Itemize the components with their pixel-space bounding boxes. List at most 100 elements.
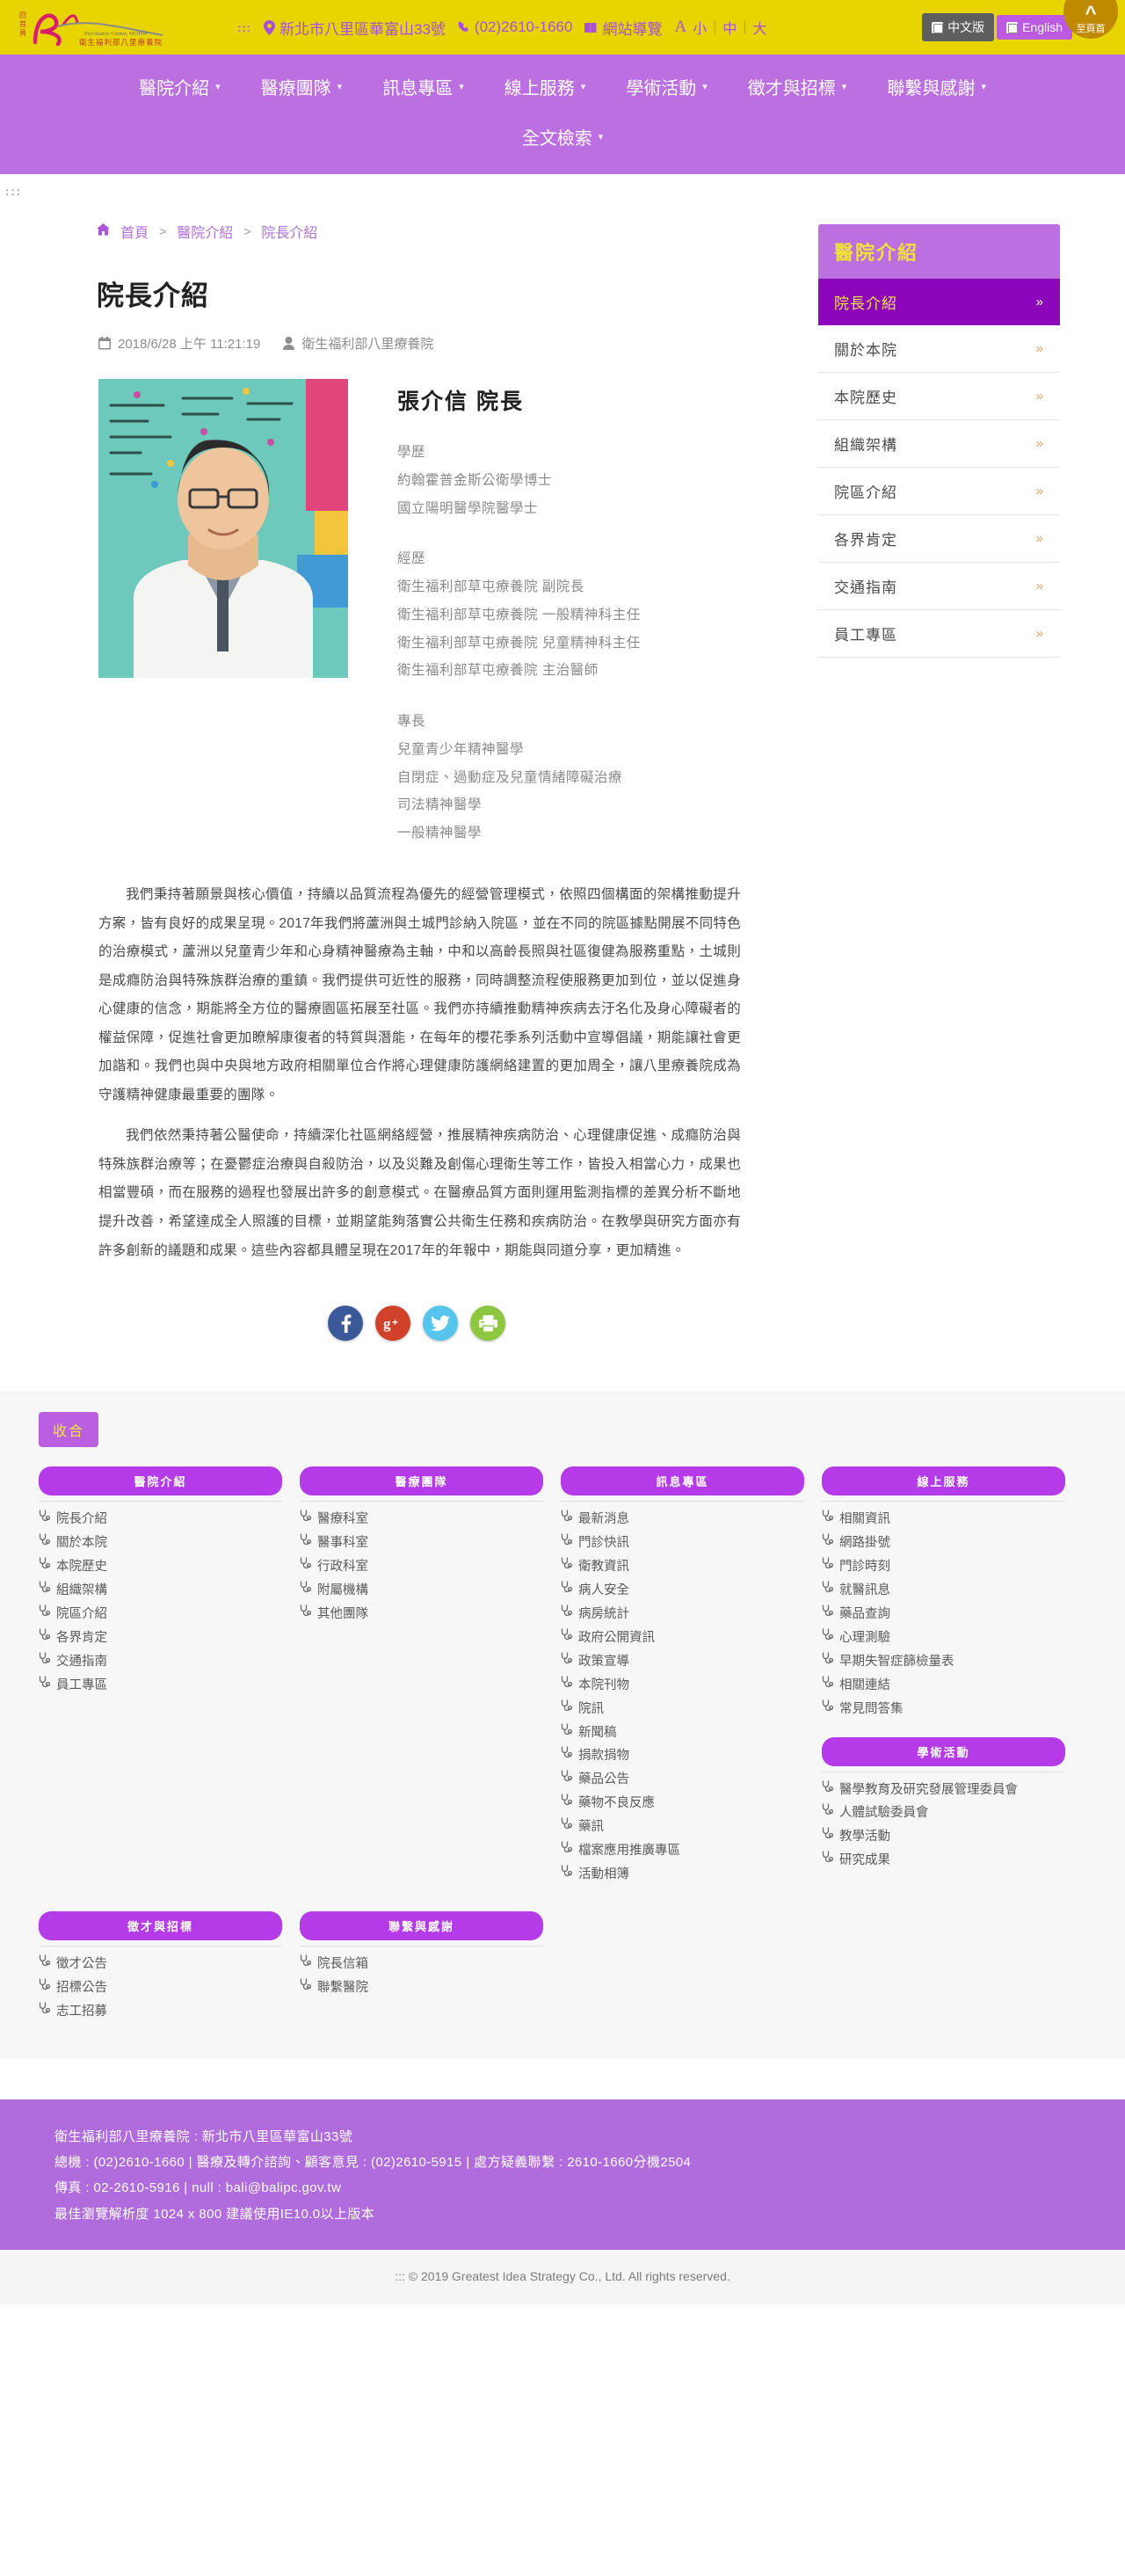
stethoscope-icon xyxy=(822,1580,834,1598)
font-size-large[interactable]: 大 xyxy=(753,17,767,38)
sitemap-link[interactable]: 院訊 xyxy=(561,1698,804,1721)
lang-english-button[interactable]: English xyxy=(997,15,1072,40)
collapse-button[interactable]: 收合 xyxy=(39,1412,99,1448)
sitemap-link[interactable]: 相關連結 xyxy=(822,1674,1065,1698)
page-body: ::: 首頁 > 醫院介紹 > 院長介紹 院長介紹 2018/6/28 上午 1… xyxy=(0,174,1125,1342)
side-menu-item-director-intro[interactable]: 院長介紹 » xyxy=(818,279,1060,325)
sitemap-column-title[interactable]: 線上服務 xyxy=(822,1466,1065,1496)
sitemap-link[interactable]: 就醫訊息 xyxy=(822,1579,1065,1603)
sitemap-link[interactable]: 志工招募 xyxy=(39,2000,282,2024)
sitemap-column-title[interactable]: 醫院介紹 xyxy=(39,1466,282,1496)
sitemap-link[interactable]: 心理測驗 xyxy=(822,1626,1065,1650)
sitemap-link[interactable]: 藥物不良反應 xyxy=(561,1792,804,1816)
sitemap-link[interactable]: 院區介紹 xyxy=(39,1603,282,1626)
sitemap-column-title-academic[interactable]: 學術活動 xyxy=(822,1736,1065,1766)
sitemap-link[interactable]: 教學活動 xyxy=(822,1825,1065,1849)
print-icon[interactable] xyxy=(470,1306,505,1342)
sitemap-link[interactable]: 病人安全 xyxy=(561,1579,804,1603)
sitemap-link[interactable]: 徵才公告 xyxy=(39,1953,282,1976)
side-menu-item-label: 院區介紹 xyxy=(834,484,897,501)
sitemap-link[interactable]: 醫療科室 xyxy=(300,1508,543,1532)
sitemap-link[interactable]: 組織架構 xyxy=(39,1579,282,1603)
sitemap-column-hospital-intro: 醫院介紹 院長介紹 關於本院 本院歷史 組織架構 院區介紹 各界肯定 交通指南 員工專區 xyxy=(39,1466,282,1887)
sitemap-link[interactable]: 藥品公告 xyxy=(561,1768,804,1792)
nav-label: 全文檢索 xyxy=(521,129,592,149)
sitemap-link[interactable]: 門診時刻 xyxy=(822,1555,1065,1579)
nav-item-recruitment[interactable]: 徵才與招標 ▾ xyxy=(743,67,853,106)
sitemap-link[interactable]: 活動相簿 xyxy=(561,1863,804,1887)
lang-chinese-button[interactable]: 中文版 xyxy=(922,13,995,41)
sitemap-link[interactable]: 醫事科室 xyxy=(300,1532,543,1555)
sitemap-link[interactable]: 網站導覽 xyxy=(584,17,662,39)
sitemap-link[interactable]: 關於本院 xyxy=(39,1532,282,1555)
nav-item-online-services[interactable]: 線上服務 ▾ xyxy=(499,67,592,106)
twitter-share-icon[interactable] xyxy=(423,1306,458,1342)
sitemap-link[interactable]: 其他團隊 xyxy=(300,1603,543,1626)
sitemap-link-label: 聯繫醫院 xyxy=(317,1981,368,1995)
font-size-small[interactable]: 小 xyxy=(693,17,707,38)
stethoscope-icon xyxy=(561,1745,573,1764)
side-menu-item-campus[interactable]: 院區介紹 » xyxy=(818,468,1060,515)
stethoscope-icon xyxy=(39,1509,51,1527)
sitemap-link[interactable]: 捐款捐物 xyxy=(561,1744,804,1768)
credential-line: 兒童青少年精神醫學 xyxy=(397,741,525,757)
facebook-share-icon[interactable] xyxy=(328,1306,363,1342)
sitemap-column-title[interactable]: 徵才與招標 xyxy=(39,1911,282,1941)
sitemap-link[interactable]: 藥訊 xyxy=(561,1816,804,1839)
side-menu-item-organization[interactable]: 組織架構 » xyxy=(818,420,1060,468)
sitemap-link[interactable]: 院長介紹 xyxy=(39,1508,282,1532)
sitemap-link[interactable]: 門診快訊 xyxy=(561,1532,804,1555)
nav-item-academic[interactable]: 學術活動 ▾ xyxy=(621,67,713,106)
sitemap-link-label: 志工招募 xyxy=(56,2004,107,2019)
side-menu-item-recognition[interactable]: 各界肯定 » xyxy=(818,515,1060,563)
sitemap-link[interactable]: 研究成果 xyxy=(822,1849,1065,1873)
side-menu-item-about[interactable]: 關於本院 » xyxy=(818,325,1060,373)
credential-line: 衛生福利部草屯療養院 副院長 xyxy=(397,579,584,595)
sitemap-link[interactable]: 本院歷史 xyxy=(39,1555,282,1579)
sitemap-link-label: 其他團隊 xyxy=(317,1606,368,1621)
sitemap-link[interactable]: 衛教資訊 xyxy=(561,1555,804,1579)
sitemap-link[interactable]: 藥品查詢 xyxy=(822,1603,1065,1626)
font-size-medium[interactable]: 中 xyxy=(722,17,737,38)
nav-item-hospital-intro[interactable]: 醫院介紹 ▾ xyxy=(134,67,226,106)
sitemap-link[interactable]: 常見問答集 xyxy=(822,1698,1065,1721)
home-icon xyxy=(97,222,110,240)
sitemap-link[interactable]: 聯繫醫院 xyxy=(300,1976,543,2000)
breadcrumb-level-1[interactable]: 醫院介紹 xyxy=(177,221,233,242)
site-logo[interactable]: 回 首 頁 Psychiatric Center, MOHW 衛生福利部八里療養… xyxy=(0,0,237,55)
sitemap-link[interactable]: 新聞稿 xyxy=(561,1721,804,1745)
sitemap-column-title[interactable]: 訊息專區 xyxy=(561,1466,804,1496)
sitemap-link[interactable]: 網路掛號 xyxy=(822,1532,1065,1555)
sitemap-link[interactable]: 院長信箱 xyxy=(300,1953,543,1976)
sitemap-link[interactable]: 早期失智症篩檢量表 xyxy=(822,1650,1065,1674)
sitemap-column-title[interactable]: 聯繫與感謝 xyxy=(300,1911,543,1941)
side-menu-item-history[interactable]: 本院歷史 » xyxy=(818,373,1060,420)
sitemap-link[interactable]: 醫學教育及研究發展管理委員會 xyxy=(822,1779,1065,1802)
sitemap-link-label: 醫療科室 xyxy=(317,1512,368,1527)
sitemap-link[interactable]: 本院刊物 xyxy=(561,1674,804,1698)
sitemap-link[interactable]: 相關資訊 xyxy=(822,1508,1065,1532)
sitemap-link[interactable]: 政策宣導 xyxy=(561,1650,804,1674)
sitemap-column-title[interactable]: 醫療團隊 xyxy=(300,1466,543,1496)
nav-item-medical-team[interactable]: 醫療團隊 ▾ xyxy=(256,67,348,106)
side-menu-item-transport[interactable]: 交通指南 » xyxy=(818,563,1060,610)
sitemap-link[interactable]: 檔案應用推廣專區 xyxy=(561,1839,804,1863)
sitemap-link[interactable]: 附屬機構 xyxy=(300,1579,543,1603)
sitemap-link[interactable]: 病房統計 xyxy=(561,1603,804,1626)
side-menu-item-staff[interactable]: 員工專區 » xyxy=(818,610,1060,658)
phone-item[interactable]: (02)2610-1660 xyxy=(458,18,572,36)
googleplus-share-icon[interactable]: g + xyxy=(375,1306,410,1342)
sitemap-link[interactable]: 政府公開資訊 xyxy=(561,1626,804,1650)
nav-item-news[interactable]: 訊息專區 ▾ xyxy=(377,67,469,106)
sitemap-link[interactable]: 人體試驗委員會 xyxy=(822,1801,1065,1825)
sitemap-link[interactable]: 最新消息 xyxy=(561,1508,804,1532)
sitemap-link[interactable]: 交通指南 xyxy=(39,1650,282,1674)
stethoscope-icon xyxy=(561,1699,573,1717)
sitemap-link[interactable]: 招標公告 xyxy=(39,1976,282,2000)
nav-item-fulltext-search[interactable]: 全文檢索 ▾ xyxy=(517,117,609,156)
nav-item-contact[interactable]: 聯繫與感謝 ▾ xyxy=(882,67,991,106)
breadcrumb-home[interactable]: 首頁 xyxy=(120,221,149,242)
sitemap-link[interactable]: 員工專區 xyxy=(39,1674,282,1698)
sitemap-link[interactable]: 各界肯定 xyxy=(39,1626,282,1650)
sitemap-link[interactable]: 行政科室 xyxy=(300,1555,543,1579)
